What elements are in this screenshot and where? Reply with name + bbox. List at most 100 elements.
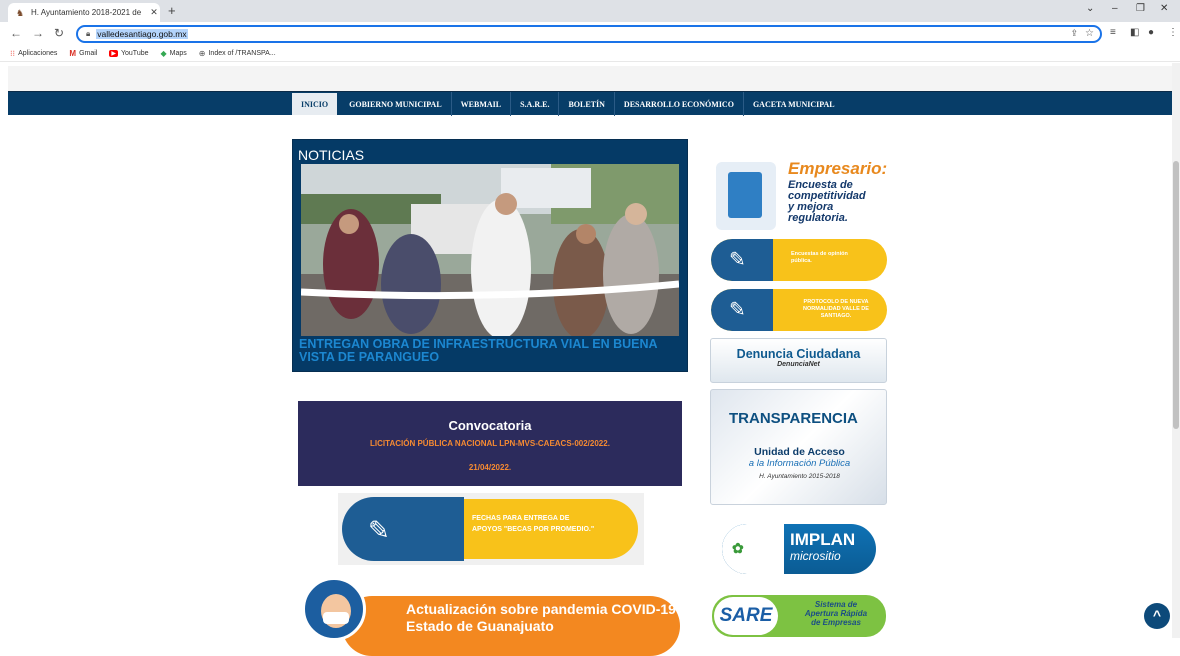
close-tab-icon[interactable]: ✕ — [148, 7, 160, 18]
gmail-icon: M — [69, 49, 77, 58]
convocatoria-banner[interactable]: Convocatoria LICITACIÓN PÚBLICA NACIONAL… — [298, 401, 682, 486]
empresario-sub4: regulatoria. — [788, 212, 848, 224]
protocolo-line3: SANTIAGO. — [820, 313, 852, 319]
protocolo-text: PROTOCOLO DE NUEVA NORMALIDAD VALLE DE S… — [791, 299, 881, 320]
menu-desarrollo-economico[interactable]: DESARROLLO ECONÓMICO — [615, 92, 744, 116]
encuestas-line2: pública. — [791, 258, 812, 264]
denuncia-title: Denuncia Ciudadana — [736, 347, 861, 361]
book-pencil-icon: ✎ — [729, 299, 746, 321]
bookmark-gmail[interactable]: M Gmail — [69, 49, 97, 58]
new-tab-button[interactable]: + — [168, 3, 176, 18]
main-menu: INICIO GOBIERNO MUNICIPAL WEBMAIL S.A.R.… — [292, 92, 844, 116]
lock-icon: 🔒︎ — [86, 29, 91, 38]
news-photo[interactable] — [301, 164, 679, 336]
face-mask-icon — [323, 612, 349, 624]
news-slider[interactable]: NOTICIAS ENTREGAN OBRA DE INFRAESTRUCTUR… — [292, 139, 688, 372]
sare-logo: SARE — [714, 597, 778, 635]
bookmark-label: Index of /TRANSPA... — [208, 50, 276, 57]
close-window-button[interactable]: ✕ — [1160, 3, 1168, 14]
sare-logo-text: SARE — [719, 605, 773, 626]
restore-button[interactable]: ❐ — [1136, 3, 1145, 14]
page-scrollbar[interactable] — [1172, 63, 1180, 638]
denuncia-ciudadana-banner[interactable]: Denuncia Ciudadana DenunciaNet — [710, 338, 887, 383]
address-bar[interactable]: 🔒︎ valledesantiago.gob.mx ⇪ ☆ — [76, 25, 1102, 43]
book-pencil-icon: ✎ — [729, 249, 746, 271]
covid-line2: Estado de Guanajuato — [406, 618, 554, 634]
browser-tab[interactable]: ♞ H. Ayuntamiento 2018-2021 de ✕ — [8, 3, 160, 22]
scrollbar-thumb[interactable] — [1173, 161, 1179, 429]
url-text[interactable]: valledesantiago.gob.mx — [96, 29, 188, 39]
protocolo-line2: NORMALIDAD VALLE DE — [803, 306, 869, 312]
bookmark-label: Maps — [169, 50, 187, 57]
reading-list-icon[interactable]: ≡ — [1110, 27, 1116, 38]
encuestas-opinion-banner[interactable]: ✎ Encuestas de opinión pública. — [711, 239, 887, 281]
denuncia-subtitle: DenunciaNet — [777, 361, 820, 368]
sare-line1: Sistema de — [814, 600, 858, 609]
menu-inicio[interactable]: INICIO — [292, 93, 338, 115]
share-icon[interactable]: ⇪ — [1070, 28, 1078, 39]
news-heading: NOTICIAS — [298, 147, 365, 163]
covid-text: Actualización sobre pandemia COVID-19 Es… — [406, 601, 676, 635]
header-strip — [8, 66, 1172, 92]
bookmark-label: YouTube — [120, 50, 149, 57]
scroll-to-top-button[interactable]: ^ — [1144, 603, 1170, 629]
apps-grid-icon: ⁝⁝ — [10, 49, 16, 58]
bookmark-aplicaciones[interactable]: ⁝⁝ Aplicaciones — [10, 49, 57, 58]
browser-tab-strip: ♞ H. Ayuntamiento 2018-2021 de ✕ + ⌄ – ❐… — [0, 0, 1180, 22]
encuestas-line1: Encuestas de opinión — [791, 251, 848, 257]
menu-gaceta-municipal[interactable]: GACETA MUNICIPAL — [744, 92, 844, 116]
minimize-button[interactable]: – — [1112, 3, 1118, 14]
main-menu-bar: INICIO GOBIERNO MUNICIPAL WEBMAIL S.A.R.… — [8, 91, 1172, 116]
empresario-banner[interactable]: Empresario: Encuesta de competitividad y… — [710, 156, 887, 234]
bookmark-youtube[interactable]: ▶ YouTube — [109, 50, 149, 57]
browser-toolbar: ← → ↻ 🔒︎ valledesantiago.gob.mx ⇪ ☆ ≡ ◧ … — [0, 22, 1180, 46]
covid-circle — [302, 577, 366, 641]
encuestas-text: Encuestas de opinión pública. — [791, 251, 881, 265]
bookmark-label: Aplicaciones — [18, 50, 58, 57]
implan-logo-icon: ✿ — [732, 540, 744, 556]
menu-boletin[interactable]: BOLETÍN — [559, 92, 615, 116]
becas-line2: APOYOS "BECAS POR PROMEDIO." — [472, 526, 595, 533]
tab-search-icon[interactable]: ⌄ — [1086, 3, 1094, 14]
menu-sare[interactable]: S.A.R.E. — [511, 92, 560, 116]
news-headline[interactable]: ENTREGAN OBRA DE INFRAESTRUCTURA VIAL EN… — [299, 338, 679, 364]
implan-subtitle: micrositio — [790, 549, 841, 563]
transparencia-unit: Unidad de Acceso — [754, 446, 845, 458]
clipboard-board — [728, 172, 762, 218]
book-pencil-icon: ✎ — [368, 515, 390, 545]
site-favicon-icon: ♞ — [16, 7, 25, 18]
covid-banner[interactable]: Actualización sobre pandemia COVID-19 Es… — [302, 577, 680, 656]
back-arrow-icon[interactable]: ← — [10, 26, 22, 40]
bookmark-maps[interactable]: ◆ Maps — [161, 49, 187, 58]
sare-text: Sistema de Apertura Rápida de Empresas — [790, 600, 882, 627]
reload-icon[interactable]: ↻ — [54, 26, 64, 40]
side-panel-icon[interactable]: ◧ — [1130, 27, 1139, 38]
becas-banner[interactable]: ✎ FECHAS PARA ENTREGA DE APOYOS "BECAS P… — [338, 493, 644, 565]
maps-icon: ◆ — [160, 49, 167, 58]
convocatoria-title: Convocatoria — [448, 418, 532, 433]
sare-banner[interactable]: SARE Sistema de Apertura Rápida de Empre… — [712, 595, 886, 637]
globe-icon: ⊕ — [198, 49, 206, 58]
menu-gobierno-municipal[interactable]: GOBIERNO MUNICIPAL — [340, 92, 452, 116]
becas-line1: FECHAS PARA ENTREGA DE — [472, 515, 570, 522]
transparencia-logo: TRANSPARENCIA — [729, 410, 858, 427]
menu-webmail[interactable]: WEBMAIL — [452, 92, 512, 116]
sare-line2: Apertura Rápida — [804, 609, 868, 618]
bookmark-label: Gmail — [79, 50, 98, 57]
protocolo-banner[interactable]: ✎ PROTOCOLO DE NUEVA NORMALIDAD VALLE DE… — [711, 289, 887, 331]
tab-title: H. Ayuntamiento 2018-2021 de — [31, 8, 142, 17]
sare-line3: de Empresas — [811, 618, 861, 627]
bookmark-star-icon[interactable]: ☆ — [1085, 28, 1094, 39]
convocatoria-line1: LICITACIÓN PÚBLICA NACIONAL LPN-MVS-CAEA… — [370, 439, 610, 448]
transparencia-banner[interactable]: TRANSPARENCIA Unidad de Acceso a la Info… — [710, 389, 887, 505]
protocolo-line1: PROTOCOLO DE NUEVA — [803, 299, 869, 305]
empresario-subtitle: Encuesta de competitividad y mejora regu… — [788, 180, 866, 224]
forward-arrow-icon[interactable]: → — [32, 26, 44, 40]
implan-logo-area: ✿ — [722, 524, 784, 574]
profile-avatar-icon[interactable]: ● — [1148, 27, 1154, 38]
convocatoria-date: 21/04/2022. — [468, 463, 512, 472]
bookmark-transparencia[interactable]: ⊕ Index of /TRANSPA... — [199, 49, 276, 58]
menu-kebab-icon[interactable]: ⋮ — [1168, 27, 1178, 38]
transparencia-info: a la Información Pública — [748, 458, 851, 469]
implan-banner[interactable]: ✿ IMPLAN micrositio — [722, 524, 876, 574]
